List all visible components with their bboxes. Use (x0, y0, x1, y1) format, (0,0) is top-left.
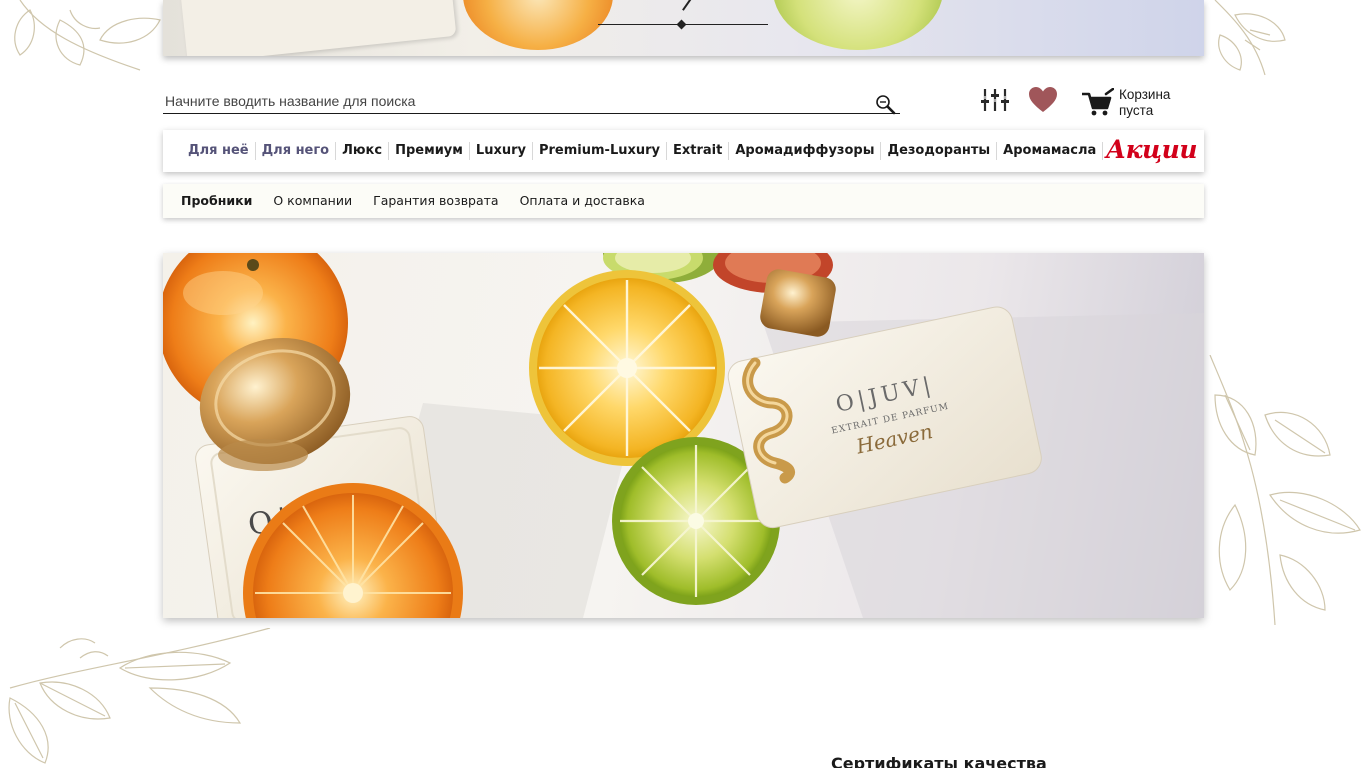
nav-item-lux[interactable]: Люкс (336, 142, 390, 160)
nav-item-diffusers[interactable]: Аромадиффузоры (729, 142, 882, 160)
subnav-item-guarantee[interactable]: Гарантия возврата (373, 193, 499, 208)
search-bar (163, 86, 900, 116)
heart-icon (1029, 87, 1057, 112)
filter-button[interactable] (981, 87, 1009, 113)
botanical-decoration-top-right (1214, 0, 1286, 76)
nav-item-extrait[interactable]: Extrait (667, 142, 730, 160)
top-banner (163, 0, 1204, 56)
promo-link[interactable]: Акции (1106, 135, 1198, 164)
nav-item-for-her[interactable]: Для неё (182, 142, 256, 160)
nav-item-for-him[interactable]: Для него (256, 142, 337, 160)
search-input[interactable] (165, 90, 855, 112)
favorites-button[interactable] (1028, 86, 1058, 114)
subnav-item-samples[interactable]: Пробники (181, 193, 252, 208)
botanical-decoration-right (1209, 355, 1361, 626)
subnav-item-about[interactable]: О компании (273, 193, 352, 208)
nav-item-luxury[interactable]: Luxury (470, 142, 533, 160)
secondary-navigation-items: Пробники О компании Гарантия возврата Оп… (181, 193, 666, 208)
cart-button[interactable]: Корзина пуста (1080, 86, 1200, 120)
banner-bottle (179, 0, 457, 56)
subnav-item-payment-delivery[interactable]: Оплата и доставка (520, 193, 645, 208)
cart-icon (1082, 88, 1114, 116)
nav-item-premium[interactable]: Премиум (389, 142, 470, 160)
search-button[interactable] (875, 94, 897, 116)
botanical-decoration-top-left (14, 0, 161, 71)
main-navigation: Для неё Для него Люкс Премиум Luxury Pre… (163, 130, 1204, 172)
banner-stroke (672, 0, 692, 11)
filter-icon (981, 89, 1009, 111)
nav-item-deodorants[interactable]: Дезодоранты (881, 142, 998, 160)
hero-banner[interactable]: O|JUV| EXTRAIT DE PARFUM Heaven (163, 253, 1204, 618)
nav-item-aroma-oils[interactable]: Аромамасла (997, 142, 1104, 160)
banner-orange (463, 0, 613, 50)
nav-item-premium-luxury[interactable]: Premium-Luxury (533, 142, 668, 160)
banner-lime (773, 0, 943, 50)
certificates-heading: Сертификаты качества (831, 754, 1047, 768)
search-icon (876, 95, 896, 115)
banner-diamond (676, 19, 687, 30)
botanical-decoration-bottom-left (8, 628, 271, 764)
secondary-navigation: Пробники О компании Гарантия возврата Оп… (163, 184, 1204, 218)
main-navigation-items: Для неё Для него Люкс Премиум Luxury Pre… (182, 142, 1104, 160)
cart-status-text: Корзина пуста (1119, 87, 1171, 118)
hero-illustration: O|JUV| EXTRAIT DE PARFUM Heaven (163, 253, 1204, 618)
